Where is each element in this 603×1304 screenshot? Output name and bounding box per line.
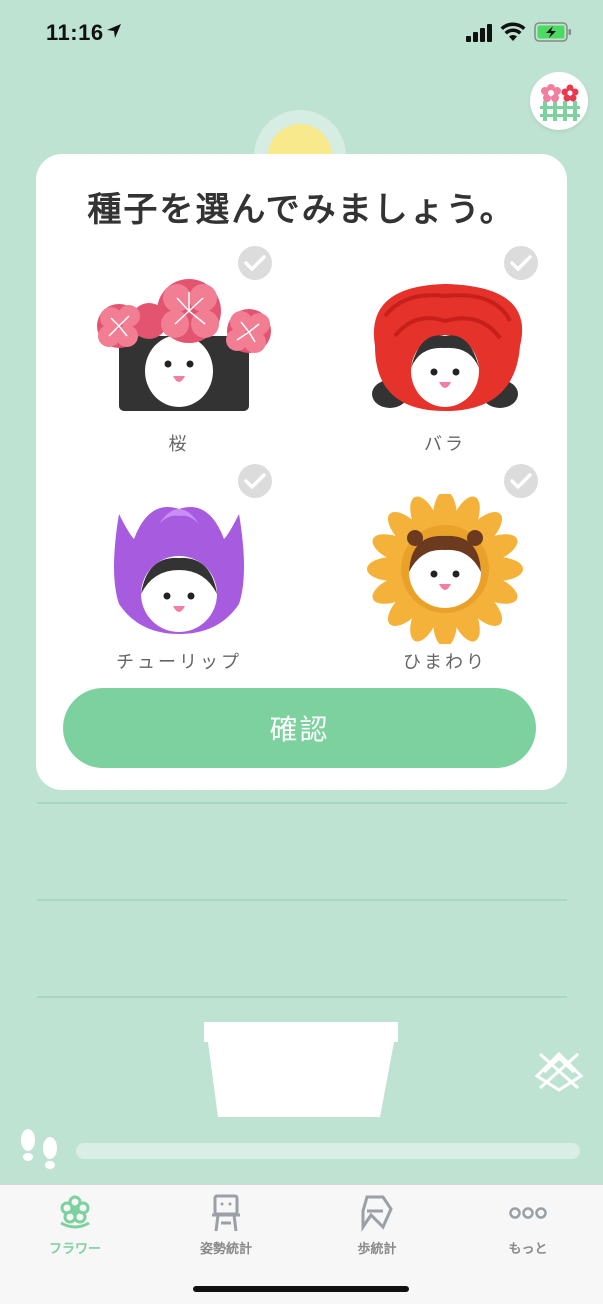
- step-progress-bar: [76, 1143, 580, 1159]
- seed-selection-card: 種子を選んでみましょう。 桜 バラ チューリップ ひまわり 確認: [36, 154, 567, 790]
- more-icon: [509, 1207, 547, 1219]
- shelf-line: [37, 996, 567, 998]
- tab-walk-stats[interactable]: 歩統計: [302, 1185, 452, 1265]
- tab-label: フラワー: [48, 1242, 101, 1257]
- garden-button[interactable]: [530, 72, 588, 130]
- rose-flower-icon: [372, 284, 523, 411]
- tab-label: 歩統計: [357, 1242, 397, 1257]
- battery-charging-icon: [534, 22, 571, 42]
- check-icon: [238, 246, 272, 280]
- tab-more[interactable]: もっと: [453, 1185, 603, 1265]
- status-time: 11:16: [46, 20, 104, 45]
- seed-label: チューリップ: [116, 652, 242, 673]
- seed-option-tulip[interactable]: チューリップ: [64, 464, 294, 689]
- status-bar: 11:16: [0, 0, 603, 64]
- sunflower-icon: [367, 494, 523, 644]
- tab-label: 姿勢統計: [199, 1242, 252, 1257]
- card-title: 種子を選んでみましょう。: [87, 190, 516, 230]
- check-icon: [504, 246, 538, 280]
- garden-fence-icon: [540, 84, 580, 121]
- seed-option-sunflower[interactable]: ひまわり: [330, 464, 560, 689]
- flower-pot: [204, 1022, 398, 1117]
- seed-option-sakura[interactable]: 桜: [64, 246, 294, 471]
- check-icon: [504, 464, 538, 498]
- location-arrow-icon: [107, 24, 121, 38]
- confirm-button[interactable]: 確認: [63, 688, 536, 768]
- sakura-flower-icon: [97, 279, 271, 411]
- wifi-icon: [500, 22, 526, 41]
- tab-flower[interactable]: フラワー: [0, 1185, 150, 1265]
- tab-posture-stats[interactable]: 姿勢統計: [151, 1185, 301, 1265]
- posture-icon: [212, 1194, 240, 1232]
- shelf-line: [37, 802, 567, 804]
- seed-option-rose[interactable]: バラ: [330, 246, 560, 471]
- home-indicator: [193, 1286, 409, 1292]
- seed-label: 桜: [168, 434, 190, 455]
- tab-label: もっと: [508, 1242, 548, 1257]
- footprints-icon: [21, 1129, 57, 1169]
- check-icon: [238, 464, 272, 498]
- signal-icon: [466, 24, 492, 42]
- flower-icon: [60, 1195, 90, 1229]
- seed-label: ひまわり: [403, 652, 487, 673]
- tulip-flower-icon: [114, 507, 244, 634]
- shuffle-seed-icon[interactable]: [534, 1046, 584, 1092]
- seed-label: バラ: [424, 434, 466, 455]
- shelf-line: [37, 899, 567, 901]
- walk-icon: [361, 1195, 393, 1232]
